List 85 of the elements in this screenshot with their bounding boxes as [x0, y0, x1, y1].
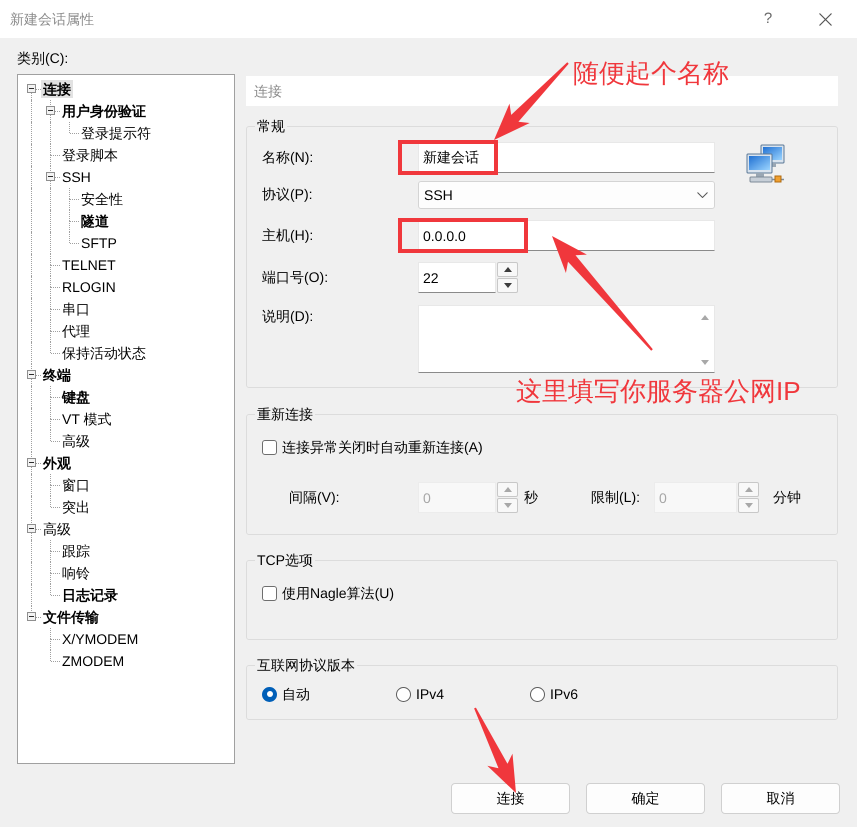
tree-item[interactable]: TELNET [60, 256, 118, 274]
group-title: 互联网协议版本 [256, 656, 356, 674]
tree-item[interactable]: 突出 [60, 498, 92, 516]
scroll-down-icon [701, 360, 709, 365]
spin-up-button[interactable] [497, 262, 518, 277]
tree-item[interactable]: 登录提示符 [79, 124, 153, 142]
checkbox[interactable] [262, 440, 277, 454]
window-title: 新建会话属性 [10, 10, 94, 28]
tree-item[interactable]: 键盘 [60, 388, 92, 406]
group-title: 重新连接 [256, 405, 314, 423]
port-field[interactable]: 22 [418, 262, 496, 293]
radio-button[interactable] [396, 686, 411, 702]
minus-box-icon[interactable] [27, 370, 36, 379]
tree-item[interactable]: 登录脚本 [60, 146, 120, 164]
tree-item[interactable]: 外观 [41, 454, 73, 472]
arrow-icon [474, 708, 516, 793]
description-field[interactable] [418, 305, 715, 373]
down-triangle-icon [504, 283, 512, 288]
unit-label: 分钟 [773, 488, 801, 507]
tree-item[interactable]: 安全性 [79, 190, 125, 208]
down-triangle-icon [504, 503, 512, 508]
protocol-dropdown[interactable]: SSH [418, 181, 715, 209]
tree-item[interactable]: ZMODEM [60, 652, 126, 670]
arrow-icon [494, 62, 569, 140]
dialog-button[interactable]: 确定 [586, 783, 705, 814]
tree-item[interactable]: X/YMODEM [60, 630, 140, 648]
radio-label[interactable]: 自动 [282, 685, 310, 703]
radio-button[interactable] [530, 686, 545, 702]
tree-item[interactable]: 连接 [41, 80, 73, 98]
tree-item[interactable]: 窗口 [60, 476, 92, 494]
tree-item[interactable]: RLOGIN [60, 278, 118, 296]
networked-computers-icon [746, 144, 786, 184]
up-triangle-icon [744, 487, 752, 492]
arrow-icon [552, 236, 653, 351]
text-field[interactable]: 新建会话 [418, 142, 715, 173]
down-triangle-icon [744, 503, 752, 508]
field-label: 协议(P): [262, 186, 313, 202]
tree-item[interactable]: 日志记录 [60, 586, 120, 604]
checkbox[interactable] [262, 586, 277, 600]
radio-label[interactable]: IPv6 [550, 685, 578, 703]
field-label: 端口号(O): [262, 268, 328, 284]
group-title: TCP选项 [256, 551, 314, 569]
minus-box-icon[interactable] [27, 458, 36, 467]
minus-box-icon[interactable] [27, 524, 36, 533]
dialog-button[interactable]: 连接 [451, 783, 570, 814]
category-label: 类别(C): [17, 49, 68, 68]
tree-item[interactable]: SSH [60, 168, 93, 186]
group-title: 常规 [256, 117, 286, 135]
tree-item[interactable]: 高级 [41, 520, 73, 538]
tree-item[interactable]: SFTP [79, 234, 119, 252]
minus-box-icon[interactable] [46, 172, 55, 181]
up-triangle-icon [504, 267, 512, 272]
radio-label[interactable]: IPv4 [416, 685, 444, 703]
close-icon [818, 12, 832, 26]
text-field[interactable]: 0.0.0.0 [418, 220, 715, 251]
scroll-up-icon [701, 315, 709, 320]
minus-box-icon[interactable] [46, 106, 55, 115]
annotation-text: 这里填写你服务器公网IP [516, 376, 801, 406]
help-button[interactable]: ? [745, 0, 791, 38]
tree-item[interactable]: 隧道 [79, 212, 111, 230]
minus-box-icon[interactable] [27, 612, 36, 621]
spin-down-button[interactable] [497, 278, 518, 293]
radio-button[interactable] [262, 686, 277, 702]
tree-item[interactable]: 用户身份验证 [60, 102, 148, 120]
minus-box-icon[interactable] [27, 84, 36, 93]
dialog-button[interactable]: 取消 [721, 783, 840, 814]
field-label: 名称(N): [262, 148, 314, 164]
tree-item[interactable]: VT 模式 [60, 410, 114, 428]
checkbox-label[interactable]: 连接异常关闭时自动重新连接(A) [282, 438, 483, 456]
checkbox-label[interactable]: 使用Nagle算法(U) [282, 584, 394, 602]
tree-item[interactable]: 高级 [60, 432, 92, 450]
tree-item[interactable]: 响铃 [60, 564, 92, 582]
unit-label: 秒 [524, 488, 538, 507]
tree-item[interactable]: 跟踪 [60, 542, 92, 560]
tree-item[interactable]: 串口 [60, 300, 92, 318]
field-label: 间隔(V): [289, 488, 340, 504]
tree-item[interactable]: 文件传输 [41, 608, 101, 626]
tree-item[interactable]: 代理 [60, 322, 92, 340]
up-triangle-icon [504, 487, 512, 492]
field-label: 限制(L): [591, 488, 640, 504]
field-label: 主机(H): [262, 226, 314, 242]
tree-item[interactable]: 保持活动状态 [60, 344, 148, 362]
field-label: 说明(D): [262, 307, 314, 325]
tree-item[interactable]: 终端 [41, 366, 73, 384]
chevron-down-icon [697, 192, 708, 198]
